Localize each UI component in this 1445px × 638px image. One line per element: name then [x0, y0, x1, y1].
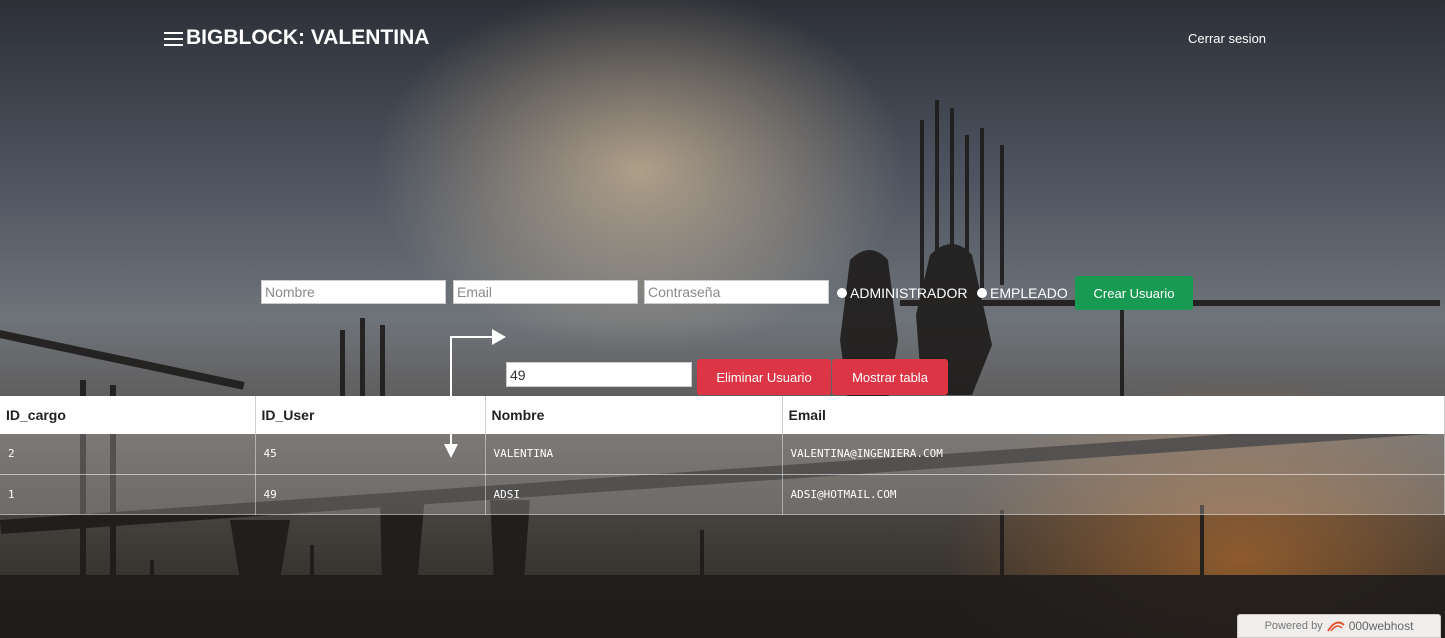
table-cell: VALENTINA@INGENIERA.COM — [782, 434, 1445, 475]
table-cell: 45 — [255, 434, 486, 475]
column-header-id-user: ID_User — [255, 396, 486, 434]
powered-by-badge[interactable]: Powered by 000webhost — [1237, 614, 1441, 638]
brand: BIGBLOCK: VALENTINA — [164, 26, 429, 50]
table-cell: 49 — [255, 474, 486, 515]
column-header-id-cargo: ID_cargo — [0, 396, 256, 434]
users-table: ID_cargo ID_User Nombre Email 2 45 VALEN… — [0, 396, 1445, 515]
create-user-button[interactable]: Crear Usuario — [1075, 276, 1193, 310]
brand-title: BIGBLOCK: VALENTINA — [186, 26, 430, 49]
powered-by-label: Powered by — [1264, 620, 1323, 632]
webhost-logo-icon — [1326, 621, 1345, 632]
table-header-row: ID_cargo ID_User Nombre Email — [0, 396, 1445, 434]
column-header-email: Email — [782, 396, 1445, 434]
role-admin-label: ADMINISTRADOR — [850, 285, 968, 301]
radio-dot-icon — [977, 288, 987, 298]
password-input[interactable] — [644, 280, 829, 304]
host-name: 000webhost — [1348, 619, 1414, 633]
logout-link[interactable]: Cerrar sesion — [1188, 31, 1266, 46]
role-employee-label: EMPLEADO — [990, 285, 1068, 301]
column-header-nombre: Nombre — [485, 396, 783, 434]
email-input[interactable] — [453, 280, 638, 304]
table-cell: ADSI@HOTMAIL.COM — [782, 474, 1445, 515]
table-cell: 1 — [0, 474, 256, 515]
table-row: 2 45 VALENTINA VALENTINA@INGENIERA.COM — [0, 434, 1445, 475]
hamburger-menu-icon[interactable] — [164, 30, 184, 47]
table-cell: VALENTINA — [485, 434, 783, 475]
table-cell: 2 — [0, 434, 256, 475]
background-construction-photo — [0, 100, 1445, 638]
top-navbar: BIGBLOCK: VALENTINA Cerrar sesion — [0, 0, 1445, 80]
role-admin-radio[interactable]: ADMINISTRADOR — [837, 285, 967, 301]
table-cell: ADSI — [485, 474, 783, 515]
delete-user-button[interactable]: Eliminar Usuario — [697, 359, 831, 395]
role-employee-radio[interactable]: EMPLEADO — [977, 285, 1068, 301]
name-input[interactable] — [261, 280, 446, 304]
radio-dot-icon — [837, 288, 847, 298]
show-table-button[interactable]: Mostrar tabla — [832, 359, 948, 395]
user-id-input[interactable] — [506, 362, 692, 387]
table-row: 1 49 ADSI ADSI@HOTMAIL.COM — [0, 474, 1445, 515]
